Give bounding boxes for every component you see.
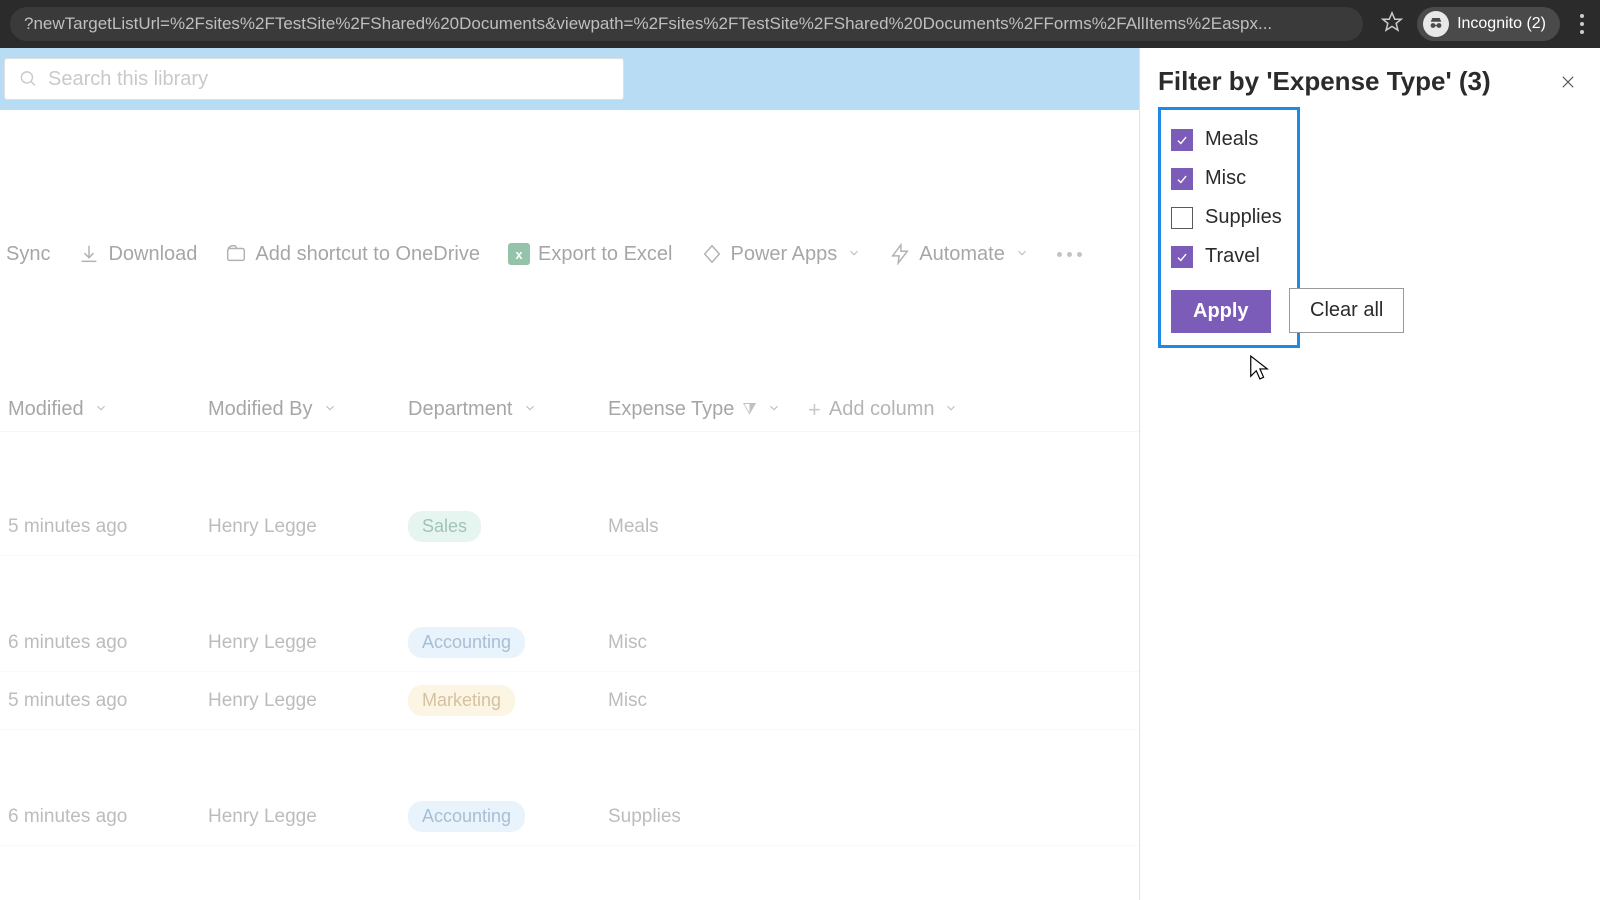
cell-expense-type: Misc: [608, 632, 808, 654]
automate-icon: [889, 243, 911, 265]
clear-all-button[interactable]: Clear all: [1289, 288, 1404, 333]
chevron-down-icon: [523, 398, 537, 421]
close-icon: [1559, 73, 1577, 91]
suite-bar: [0, 48, 1139, 110]
cell-modified: 5 minutes ago: [8, 690, 208, 712]
apply-filter-button[interactable]: Apply: [1171, 290, 1271, 333]
checkbox[interactable]: [1171, 168, 1193, 190]
filter-applied-icon: ⧩: [742, 401, 756, 419]
more-actions-button[interactable]: [1057, 252, 1082, 257]
download-button[interactable]: Download: [78, 243, 197, 266]
filter-panel: Filter by 'Expense Type' (3) Meals Misc Su…: [1140, 48, 1600, 900]
plus-icon: +: [808, 397, 821, 423]
cell-modified-by: Henry Legge: [208, 632, 408, 654]
incognito-badge[interactable]: Incognito (2): [1417, 7, 1560, 41]
filter-panel-title: Filter by 'Expense Type' (3): [1158, 66, 1491, 97]
column-modified-by[interactable]: Modified By: [208, 398, 408, 421]
filter-option-label: Travel: [1205, 245, 1260, 268]
filter-options-box: MealsMiscSuppliesTravel Apply Clear all: [1158, 107, 1300, 348]
table-row[interactable]: 6 minutes agoHenry LeggeAccountingMisc: [0, 614, 1139, 672]
command-bar: Sync Download Add shortcut to OneDrive x…: [0, 230, 1139, 278]
main-content: Sync Download Add shortcut to OneDrive x…: [0, 48, 1140, 900]
incognito-label: Incognito (2): [1457, 15, 1546, 33]
url-text: ?newTargetListUrl=%2Fsites%2FTestSite%2F…: [24, 14, 1272, 34]
cell-modified: 5 minutes ago: [8, 516, 208, 538]
close-panel-button[interactable]: [1554, 68, 1582, 96]
filter-option-meals[interactable]: Meals: [1171, 120, 1287, 159]
power-apps-button[interactable]: Power Apps: [701, 243, 862, 266]
sync-button[interactable]: Sync: [6, 243, 50, 266]
automate-button[interactable]: Automate: [889, 243, 1029, 266]
cell-modified-by: Henry Legge: [208, 690, 408, 712]
checkbox[interactable]: [1171, 207, 1193, 229]
powerapps-icon: [701, 243, 723, 265]
cell-modified-by: Henry Legge: [208, 516, 408, 538]
filter-option-label: Misc: [1205, 167, 1246, 190]
cell-modified-by: Henry Legge: [208, 806, 408, 828]
chevron-down-icon: [944, 398, 958, 421]
shortcut-icon: [225, 243, 247, 265]
cell-department: Accounting: [408, 801, 608, 832]
checkbox[interactable]: [1171, 246, 1193, 268]
ellipsis-icon: [1057, 252, 1082, 257]
export-excel-button[interactable]: x Export to Excel: [508, 243, 673, 266]
cell-department: Marketing: [408, 685, 608, 716]
chevron-down-icon: [767, 398, 781, 421]
filter-option-label: Supplies: [1205, 206, 1282, 229]
excel-icon: x: [508, 243, 530, 265]
cell-department: Accounting: [408, 627, 608, 658]
search-input[interactable]: [48, 68, 609, 91]
browser-chrome: ?newTargetListUrl=%2Fsites%2FTestSite%2F…: [0, 0, 1600, 48]
download-icon: [78, 243, 100, 265]
cell-modified: 6 minutes ago: [8, 632, 208, 654]
chevron-down-icon: [323, 398, 337, 421]
checkbox[interactable]: [1171, 129, 1193, 151]
chevron-down-icon: [847, 243, 861, 266]
chevron-down-icon: [1015, 243, 1029, 266]
table-row[interactable]: 6 minutes agoHenry LeggeAccountingSuppli…: [0, 788, 1139, 846]
filter-option-label: Meals: [1205, 128, 1258, 151]
filter-option-supplies[interactable]: Supplies: [1171, 198, 1287, 237]
chevron-down-icon: [94, 398, 108, 421]
filter-option-misc[interactable]: Misc: [1171, 159, 1287, 198]
cell-modified: 6 minutes ago: [8, 806, 208, 828]
document-rows: 5 minutes agoHenry LeggeSalesMeals6 minu…: [0, 432, 1139, 846]
column-department[interactable]: Department: [408, 398, 608, 421]
browser-menu-icon[interactable]: [1574, 14, 1590, 34]
cell-department: Sales: [408, 511, 608, 542]
add-column-button[interactable]: + Add column: [808, 397, 1139, 423]
table-row[interactable]: 5 minutes agoHenry LeggeMarketingMisc: [0, 672, 1139, 730]
column-expense-type[interactable]: Expense Type ⧩: [608, 398, 808, 421]
search-icon: [19, 69, 38, 89]
bookmark-star-icon[interactable]: [1381, 11, 1403, 38]
incognito-icon: [1423, 11, 1449, 37]
cell-expense-type: Meals: [608, 516, 808, 538]
filter-option-travel[interactable]: Travel: [1171, 237, 1287, 276]
table-row[interactable]: 5 minutes agoHenry LeggeSalesMeals: [0, 498, 1139, 556]
cell-expense-type: Misc: [608, 690, 808, 712]
cell-expense-type: Supplies: [608, 806, 808, 828]
column-modified[interactable]: Modified: [8, 398, 208, 421]
library-search[interactable]: [4, 58, 624, 100]
address-bar[interactable]: ?newTargetListUrl=%2Fsites%2FTestSite%2F…: [10, 7, 1363, 41]
column-headers: Modified Modified By Department Expense …: [0, 388, 1139, 432]
add-shortcut-button[interactable]: Add shortcut to OneDrive: [225, 243, 480, 266]
